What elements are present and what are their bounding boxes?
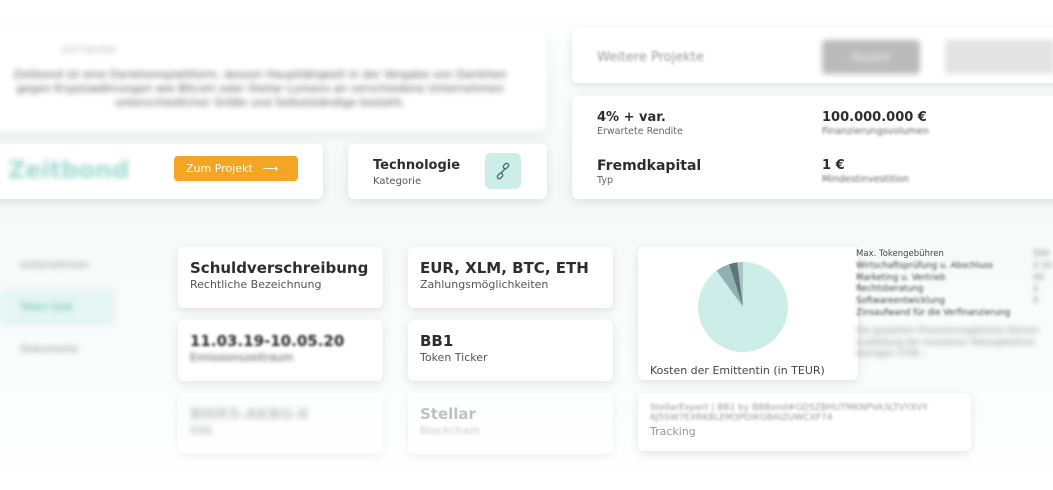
company-logo: Zeitbond — [8, 156, 130, 184]
info-card-blockchain: Stellar Blockchain — [408, 393, 613, 454]
sidebar-item-label: Dokumente — [20, 344, 78, 355]
tracking-label: Tracking — [650, 425, 696, 438]
ticker-label: Token Ticker — [420, 351, 488, 364]
zum-projekt-button[interactable]: Zum Projekt ⟶ — [174, 156, 298, 181]
tracking-card[interactable]: StellarExpert | BB1 by BBBond#GD5ZBHUTMK… — [638, 393, 971, 451]
secondary-button[interactable] — [945, 40, 1053, 74]
tracking-line-2: 6J5SW7EXRKBLEM3PDIKGBAIZUWCXF74 — [650, 413, 833, 423]
tracking-line-1: StellarExpert | BB1 by BBBond#GD5ZBHUTMK… — [650, 403, 928, 413]
project-intro-card: ZEITBOND Zeitbond ist eine Darlehensplat… — [0, 30, 547, 132]
info-card-ticker: BB1 Token Ticker — [408, 320, 613, 381]
cost-chart-card: Kosten der Emittentin (in TEUR) — [638, 247, 858, 380]
legend-item: Zinsaufwand für die Verfinanzierung — [856, 307, 1011, 318]
legend-note: Die gesamten Finanzierungskosten können … — [856, 325, 1039, 360]
category-label: Kategorie — [373, 176, 422, 187]
stat-mindest: 1 € Mindestinvestition — [822, 158, 909, 185]
info-card-zahlung: EUR, XLM, BTC, ETH Zahlungsmöglichkeiten — [408, 247, 613, 308]
stat-mindest-label: Mindestinvestition — [822, 174, 910, 185]
zahlung-label: Zahlungsmöglichkeiten — [420, 278, 549, 291]
zeitraum-value: 11.03.19-10.05.20 — [190, 332, 345, 350]
legend-item: Max. Tokengebühren 500 — [856, 249, 1050, 259]
stat-typ-value: Fremdkapital — [597, 158, 702, 174]
weitere-projekte-card: Weitere Projekte Favorit — [572, 28, 1053, 83]
stats-card: 4% + var. Erwartete Rendite 100.000.000 … — [572, 96, 1053, 199]
legend-item: Rechtsberatung 2 — [856, 284, 1039, 295]
intro-text: Zeitbond ist eine Darlehensplattform, de… — [13, 68, 507, 109]
zeitraum-label: Emissionszeitraum — [190, 351, 294, 364]
stat-rendite-label: Erwartete Rendite — [597, 126, 683, 137]
legend-item: Wirtschaftsprüfung u. Abschluss 2.10 — [856, 260, 1052, 271]
category-card: Technologie Kategorie — [348, 144, 547, 199]
wkn-label: ISIN — [190, 424, 212, 437]
legend-item: Marketing u. Vertrieb 40 — [856, 272, 1044, 283]
chart-label: Kosten der Emittentin (in TEUR) — [650, 364, 825, 377]
stat-volumen: 100.000.000 € Finanzierungsvolumen — [822, 110, 929, 137]
chart-legend: Max. Tokengebühren 500 Wirtschaftsprüfung… — [856, 249, 1053, 361]
cta-label: Zum Projekt — [186, 162, 253, 175]
stat-typ: Fremdkapital Typ — [597, 158, 701, 186]
sidebar-item-token-sale[interactable]: Token Sale — [0, 289, 114, 326]
cost-pie-chart — [698, 262, 788, 352]
stat-volumen-label: Finanzierungsvolumen — [822, 126, 929, 137]
category-value: Technologie — [373, 158, 461, 173]
sidebar-item-label: Token Sale — [20, 302, 74, 313]
info-card-bezeichnung: Schuldverschreibung Rechtliche Bezeichnu… — [178, 247, 383, 308]
stat-rendite: 4% + var. Erwartete Rendite — [597, 110, 683, 137]
stat-mindest-value: 1 € — [822, 158, 845, 173]
stat-volumen-value: 100.000.000 € — [822, 110, 927, 125]
info-card-zeitraum: 11.03.19-10.05.20 Emissionszeitraum — [178, 320, 383, 381]
sidebar: Unternehmen Token Sale Dokumente — [0, 247, 124, 387]
wkn-value: BWR5-AKBG-X — [190, 405, 309, 423]
link-icon — [485, 153, 521, 189]
sidebar-item-label: Unternehmen — [20, 260, 89, 271]
favorite-button[interactable]: Favorit — [822, 40, 920, 74]
legend-item: Softwareentwicklung 5 — [856, 296, 1039, 307]
sidebar-item-dokumente[interactable]: Dokumente — [0, 331, 114, 368]
zahlung-value: EUR, XLM, BTC, ETH — [420, 259, 589, 277]
blockchain-value: Stellar — [420, 405, 476, 423]
bezeichnung-label: Rechtliche Bezeichnung — [190, 278, 322, 291]
info-card-wkn: BWR5-AKBG-X ISIN — [178, 393, 383, 454]
intro-heading: ZEITBOND — [62, 46, 117, 56]
ticker-value: BB1 — [420, 332, 454, 350]
stat-rendite-value: 4% + var. — [597, 110, 666, 125]
arrow-right-icon: ⟶ — [262, 162, 279, 175]
bezeichnung-value: Schuldverschreibung — [190, 259, 369, 277]
weitere-projekte-label: Weitere Projekte — [597, 50, 704, 65]
sidebar-item-unternehmen[interactable]: Unternehmen — [0, 247, 114, 284]
blockchain-label: Blockchain — [420, 424, 480, 437]
stat-typ-label: Typ — [597, 175, 613, 186]
